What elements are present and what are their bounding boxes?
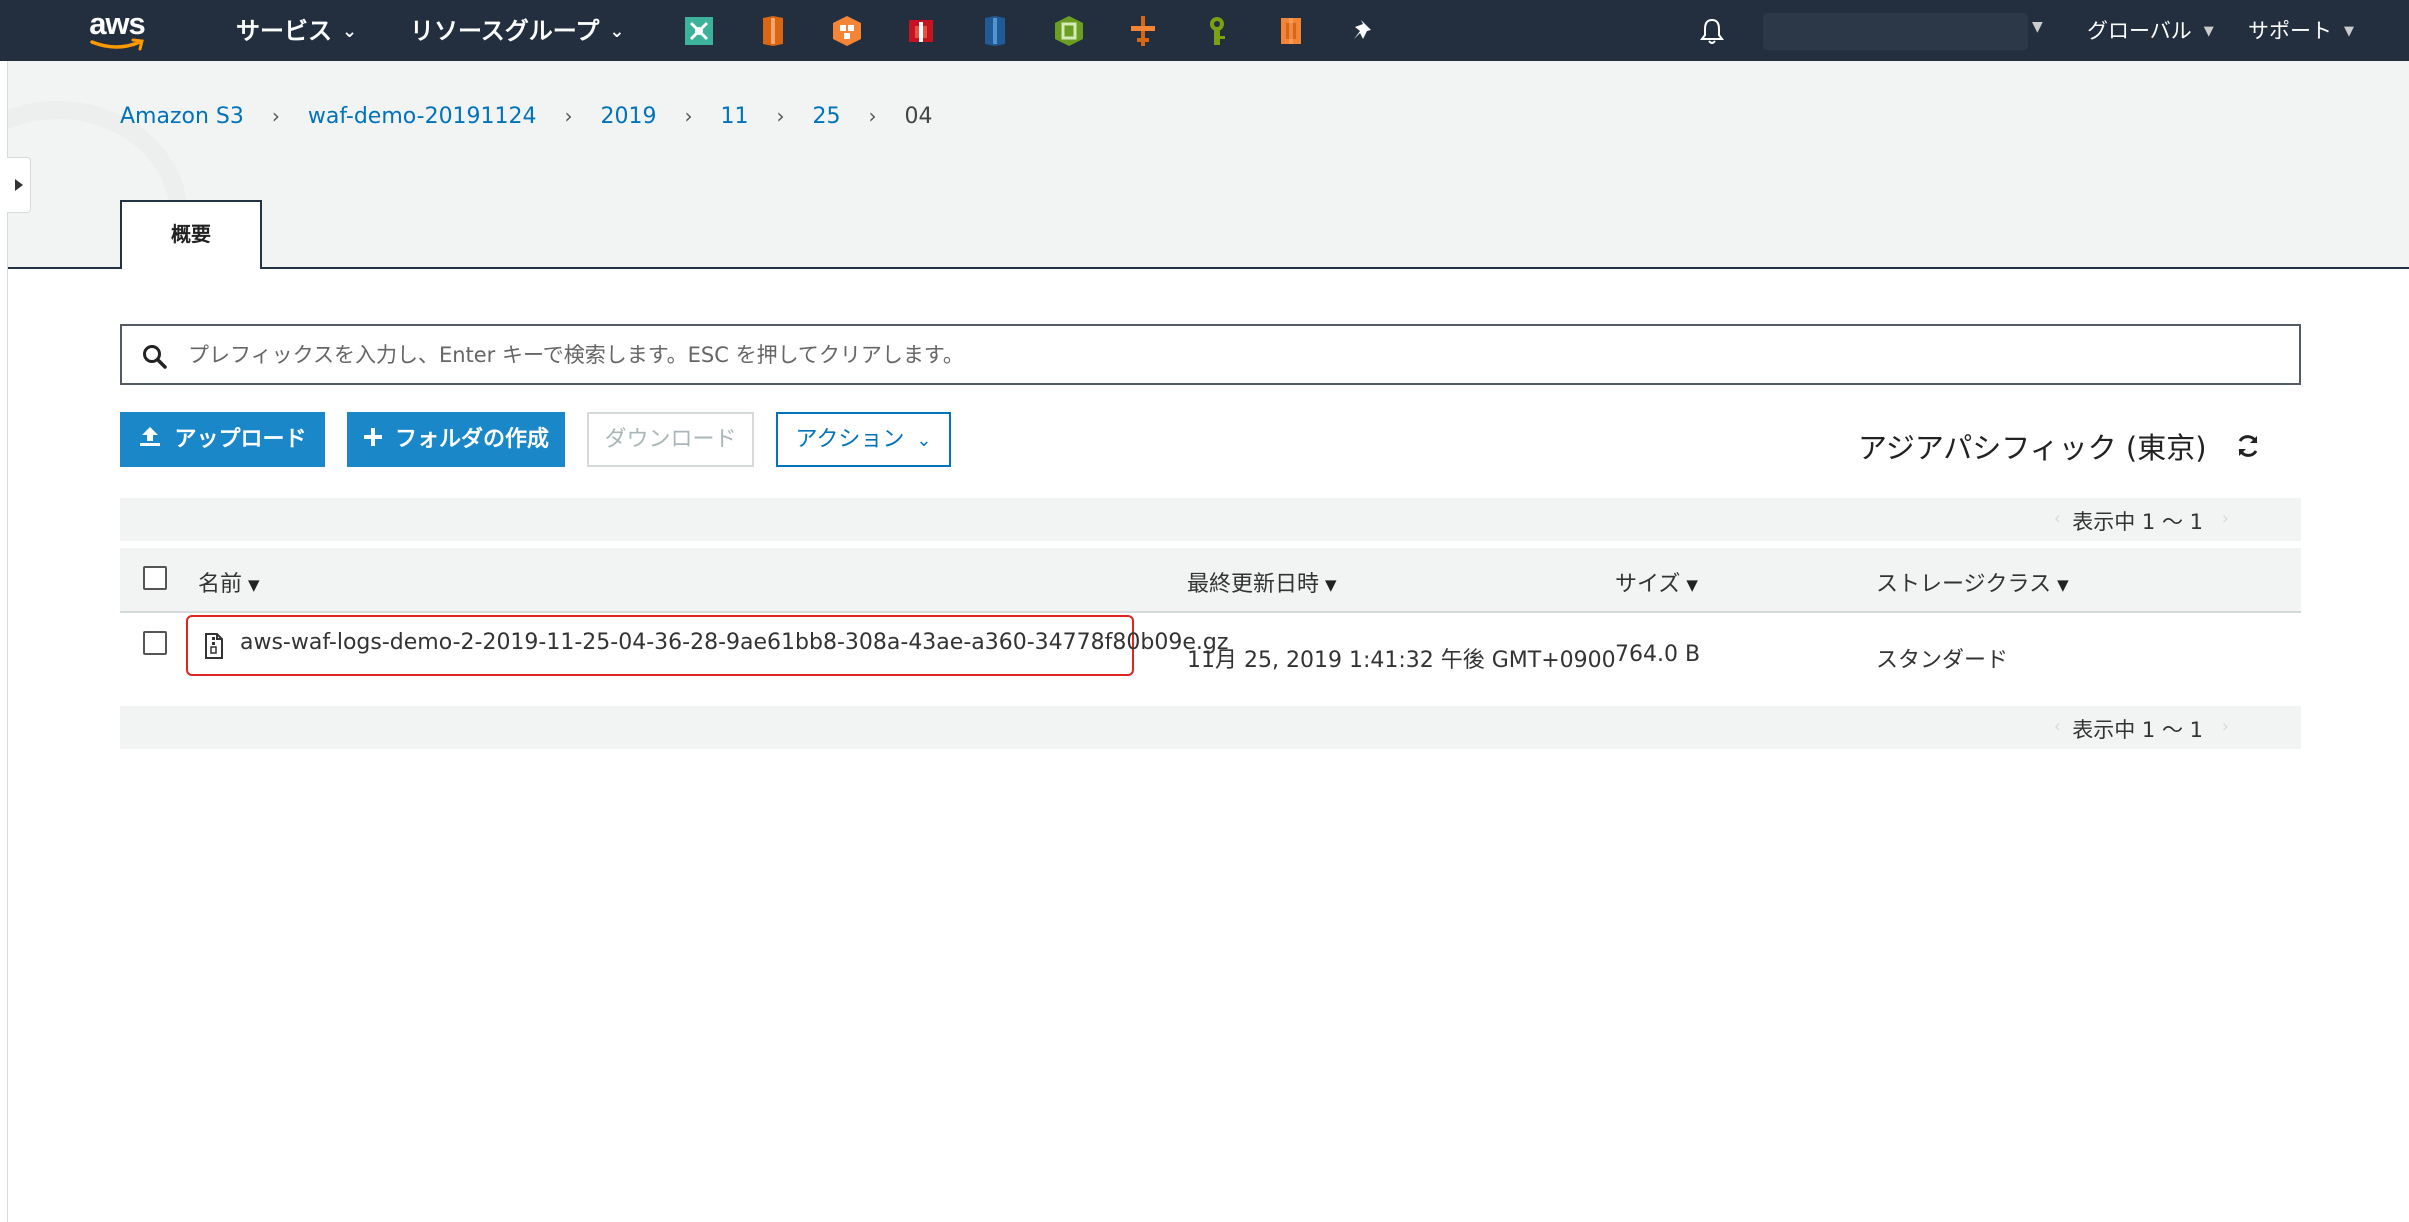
upload-button[interactable]: アップロード — [120, 412, 325, 467]
upload-icon — [138, 415, 162, 466]
search-box — [120, 324, 2301, 385]
region-label: アジアパシフィック (東京) — [1858, 431, 2207, 465]
aws-logo[interactable]: aws — [86, 6, 148, 54]
size-cell: 764.0 B — [1615, 642, 1701, 667]
create-folder-button[interactable]: フォルダの作成 — [347, 412, 565, 467]
chevron-right-icon: › — [684, 104, 693, 128]
global-label: グローバル — [2087, 19, 2192, 43]
prev-page-icon[interactable]: ‹ — [2054, 508, 2061, 529]
sort-down-icon: ▼ — [2057, 576, 2069, 594]
notifications-bell-icon[interactable] — [1697, 16, 1727, 46]
pagination-text: 表示中 1 ～ 1 — [2072, 718, 2203, 742]
breadcrumb-item-month[interactable]: 11 — [721, 104, 749, 129]
top-navigation-bar: aws サービス ⌄ リソースグループ ⌄ ▼ グローバル ▼ サポート ▼ — [0, 0, 2409, 61]
column-header-storage-class[interactable]: ストレージクラス ▼ — [1876, 566, 2069, 598]
tab-mask — [122, 266, 260, 270]
next-page-icon[interactable]: › — [2222, 508, 2229, 529]
prev-page-icon[interactable]: ‹ — [2054, 716, 2061, 737]
row-checkbox[interactable] — [143, 631, 167, 655]
next-page-icon[interactable]: › — [2222, 716, 2229, 737]
lightsail-icon[interactable] — [757, 14, 789, 48]
file-name-cell[interactable]: aws-waf-logs-demo-2-2019-11-25-04-36-28-… — [186, 615, 1228, 676]
tab-underline — [8, 267, 2409, 269]
chevron-down-icon: ⌄ — [609, 21, 625, 42]
s3-icon[interactable] — [979, 14, 1011, 48]
refresh-icon[interactable] — [2235, 433, 2261, 463]
table-row: aws-waf-logs-demo-2-2019-11-25-04-36-28-… — [120, 614, 2301, 696]
cloudhsm-icon[interactable] — [905, 14, 937, 48]
sort-down-icon: ▼ — [248, 576, 260, 594]
download-button[interactable]: ダウンロード — [587, 412, 754, 467]
account-menu[interactable] — [1763, 13, 2028, 50]
breadcrumb-item-bucket[interactable]: waf-demo-20191124 — [308, 104, 537, 129]
pagination-text: 表示中 1 ～ 1 — [2072, 510, 2203, 534]
pagination-bottom: ‹ 表示中 1 ～ 1 › — [120, 706, 2301, 749]
breadcrumb-item-day[interactable]: 25 — [813, 104, 841, 129]
pin-icon[interactable] — [1349, 14, 1381, 48]
caret-down-icon: ▼ — [2344, 24, 2354, 39]
column-storage-class-label: ストレージクラス — [1876, 572, 2052, 597]
column-last-modified-label: 最終更新日時 — [1187, 572, 1320, 597]
resource-groups-label: リソースグループ — [410, 17, 600, 45]
caret-down-icon[interactable]: ▼ — [2032, 19, 2043, 35]
services-label: サービス — [236, 17, 332, 45]
storage-class-cell: スタンダード — [1876, 648, 2009, 673]
actions-label: アクション — [795, 427, 905, 452]
sidebar-edge — [7, 61, 8, 1222]
chevron-down-icon: ⌄ — [916, 430, 932, 451]
chevron-right-icon: › — [271, 104, 280, 128]
chevron-right-icon: › — [564, 104, 573, 128]
search-input[interactable] — [188, 336, 2268, 374]
caret-down-icon: ▼ — [2203, 24, 2214, 39]
select-all-checkbox[interactable] — [143, 566, 167, 590]
support-menu[interactable]: サポート ▼ — [2248, 16, 2354, 47]
ec2-icon[interactable] — [1275, 14, 1307, 48]
file-name-link[interactable]: aws-waf-logs-demo-2-2019-11-25-04-36-28-… — [240, 630, 1228, 655]
column-name-label: 名前 — [198, 572, 243, 597]
last-modified-cell: 11月 25, 2019 1:41:32 午後 GMT+0900 — [1187, 648, 1616, 673]
services-menu[interactable]: サービス ⌄ — [236, 14, 357, 48]
resource-groups-menu[interactable]: リソースグループ ⌄ — [410, 14, 624, 48]
upload-label: アップロード — [174, 427, 307, 452]
breadcrumb: Amazon S3 › waf-demo-20191124 › 2019 › 11 › 25 › 0… — [120, 101, 933, 131]
x-ray-icon[interactable] — [683, 14, 715, 48]
secrets-manager-icon[interactable] — [1201, 14, 1233, 48]
search-icon — [143, 345, 167, 369]
column-size-label: サイズ — [1615, 572, 1681, 597]
create-folder-label: フォルダの作成 — [394, 427, 549, 452]
aws-logo-text: aws — [89, 6, 146, 41]
waf-icon[interactable] — [1127, 14, 1159, 48]
column-header-name[interactable]: 名前 ▼ — [198, 566, 260, 598]
support-label: サポート — [2248, 19, 2332, 43]
breadcrumb-item-year[interactable]: 2019 — [601, 104, 657, 129]
chevron-down-icon: ⌄ — [342, 21, 358, 42]
archive-file-icon — [205, 633, 223, 659]
actions-dropdown[interactable]: アクション ⌄ — [776, 412, 951, 467]
sort-down-icon: ▼ — [1686, 576, 1698, 594]
region-menu[interactable]: グローバル ▼ — [2087, 16, 2214, 47]
plus-icon — [363, 415, 383, 466]
table-header: 名前 ▼ 最終更新日時 ▼ サイズ ▼ ストレージクラス ▼ — [120, 548, 2301, 613]
elastic-beanstalk-icon[interactable] — [1053, 14, 1085, 48]
caret-right-icon — [15, 179, 23, 191]
sidebar-toggle[interactable] — [7, 157, 31, 213]
breadcrumb-item-amazon-s3[interactable]: Amazon S3 — [120, 104, 244, 129]
breadcrumb-item-current: 04 — [904, 104, 933, 129]
sort-down-icon: ▼ — [1325, 576, 1337, 594]
pagination-top: ‹ 表示中 1 ～ 1 › — [120, 498, 2301, 541]
chevron-right-icon: › — [776, 104, 785, 128]
ecs-icon[interactable] — [831, 14, 863, 48]
column-header-last-modified[interactable]: 最終更新日時 ▼ — [1187, 566, 1337, 598]
tab-overview[interactable]: 概要 — [120, 200, 262, 269]
column-header-size[interactable]: サイズ ▼ — [1615, 566, 1698, 598]
chevron-right-icon: › — [868, 104, 877, 128]
page-header — [8, 61, 2409, 268]
